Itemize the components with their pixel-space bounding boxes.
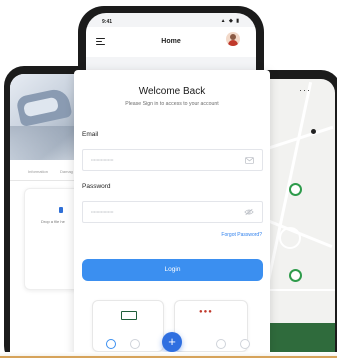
- more-icon[interactable]: ···: [299, 85, 311, 95]
- mail-icon: [245, 157, 254, 164]
- tab-damage[interactable]: Damag: [60, 169, 73, 174]
- email-label: Email: [82, 131, 99, 138]
- showcase-stage: Information Damag Drop a file he ··· 9:4…: [0, 0, 337, 358]
- upload-icon: [59, 207, 63, 213]
- drop-file-text: Drop a file he: [41, 219, 65, 224]
- location-dot: [311, 129, 316, 134]
- login-title: Welcome Back: [138, 86, 206, 97]
- nav-icon[interactable]: [130, 339, 140, 349]
- tab-information[interactable]: Information: [28, 169, 48, 174]
- login-button[interactable]: Login: [82, 259, 263, 281]
- email-field[interactable]: ••••••••••••••••: [82, 149, 263, 171]
- status-time: 9:41: [102, 19, 113, 25]
- map-pin-icon[interactable]: [289, 183, 302, 196]
- map-pin-icon[interactable]: [289, 269, 302, 282]
- eye-off-icon[interactable]: [244, 208, 254, 216]
- app-header: Home: [86, 27, 256, 57]
- password-field[interactable]: ••••••••••••••••: [82, 201, 263, 223]
- truck-icon: [121, 311, 137, 320]
- notification-icon[interactable]: [216, 339, 226, 349]
- map-road: [259, 289, 335, 291]
- avatar[interactable]: [226, 32, 240, 46]
- plus-icon[interactable]: +: [162, 332, 182, 352]
- login-subtitle: Please Sign in to access to your account: [125, 101, 219, 107]
- password-label: Password: [82, 183, 111, 190]
- people-icon: ●●●: [199, 309, 213, 315]
- email-placeholder: ••••••••••••••••: [91, 157, 114, 162]
- status-icons: ▲ ◆ ▮: [220, 18, 240, 24]
- status-bar: 9:41 ▲ ◆ ▮: [86, 13, 256, 27]
- map-circle: [279, 227, 301, 249]
- login-card: Welcome Back Please Sign in to access to…: [74, 70, 270, 358]
- password-placeholder: ••••••••••••••••: [91, 209, 114, 214]
- forgot-password-link[interactable]: Forgot Password?: [221, 232, 262, 238]
- home-icon[interactable]: [106, 339, 116, 349]
- nav-icon[interactable]: [240, 339, 250, 349]
